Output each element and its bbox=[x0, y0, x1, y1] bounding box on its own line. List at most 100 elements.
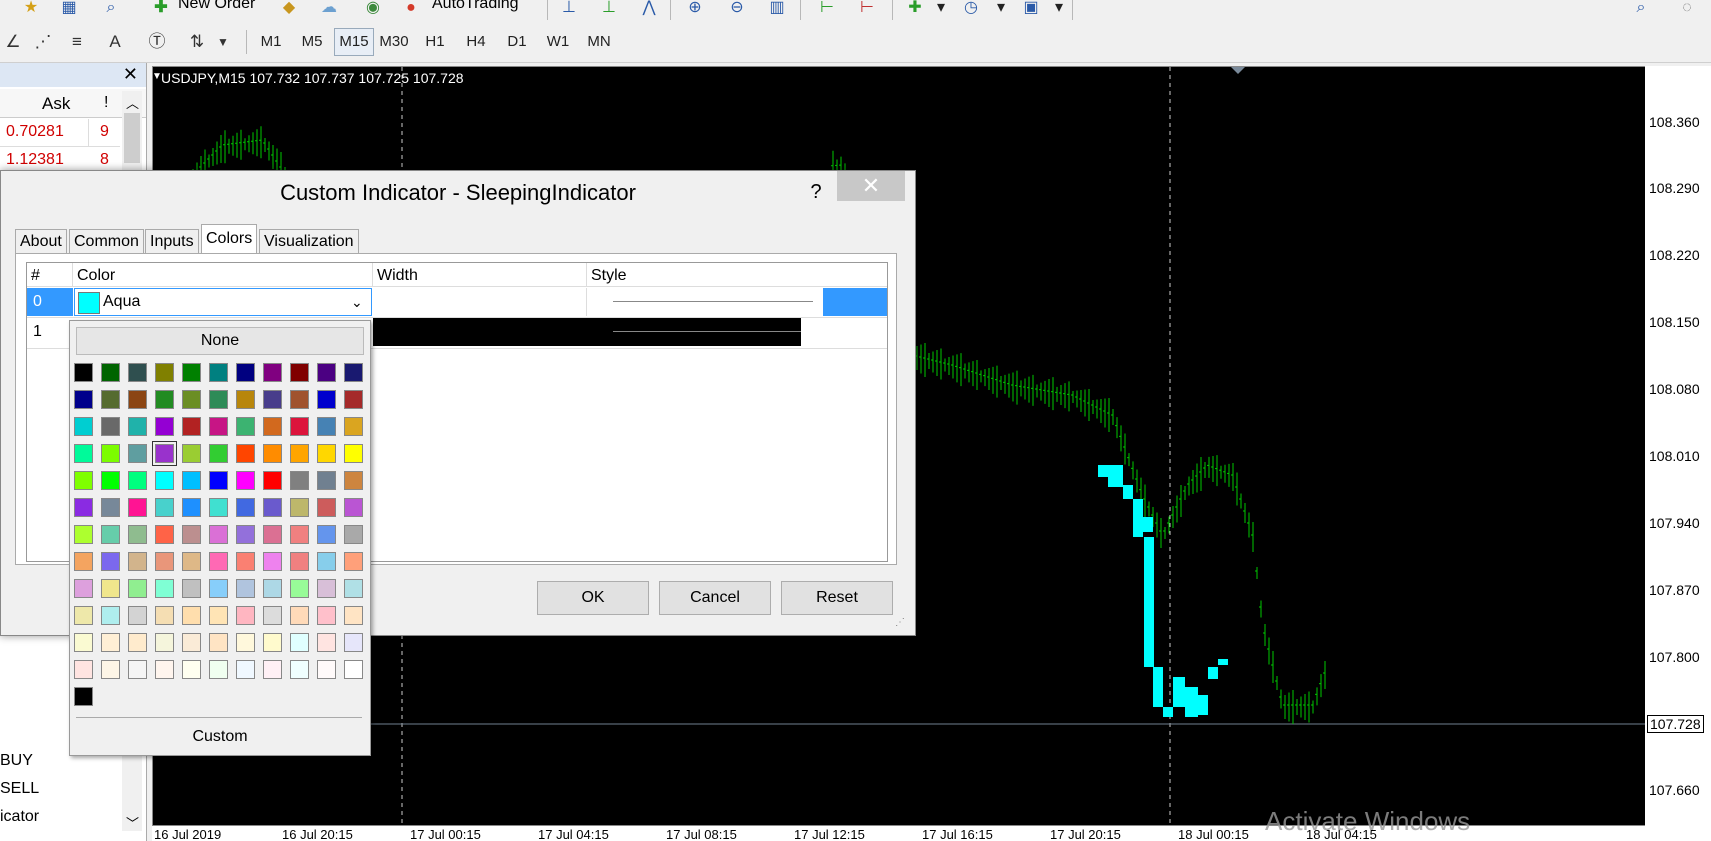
timeframe-w1[interactable]: W1 bbox=[539, 28, 577, 56]
tab-about[interactable]: About bbox=[15, 229, 67, 254]
palette-swatch[interactable] bbox=[155, 606, 174, 625]
auto-trading-button[interactable]: AutoTrading bbox=[432, 0, 519, 13]
palette-swatch[interactable] bbox=[101, 606, 120, 625]
new-order-button[interactable]: New Order bbox=[178, 0, 255, 13]
palette-swatch[interactable] bbox=[263, 633, 282, 652]
palette-swatch[interactable] bbox=[317, 579, 336, 598]
palette-swatch[interactable] bbox=[317, 660, 336, 679]
palette-swatch[interactable] bbox=[290, 417, 309, 436]
timeframe-h1[interactable]: H1 bbox=[416, 28, 454, 56]
chevron-down-icon[interactable]: ▼ bbox=[210, 28, 236, 56]
fibonacci-tool-icon[interactable]: ∠ bbox=[0, 28, 26, 56]
palette-swatch[interactable] bbox=[344, 525, 363, 544]
search-icon[interactable]: ⌕ bbox=[1630, 0, 1652, 18]
scroll-thumb[interactable] bbox=[124, 113, 140, 163]
palette-swatch[interactable] bbox=[74, 606, 93, 625]
candle-chart-icon[interactable]: ⊥ bbox=[598, 0, 620, 18]
auto-trading-icon[interactable]: ● bbox=[400, 0, 422, 18]
width-select[interactable] bbox=[373, 288, 587, 316]
palette-swatch[interactable] bbox=[209, 390, 228, 409]
cloud-icon[interactable]: ☁ bbox=[318, 0, 340, 18]
palette-swatch[interactable] bbox=[317, 363, 336, 382]
palette-swatch[interactable] bbox=[74, 390, 93, 409]
palette-swatch[interactable] bbox=[236, 363, 255, 382]
palette-swatch[interactable] bbox=[74, 525, 93, 544]
palette-swatch[interactable] bbox=[182, 579, 201, 598]
spread-column-header[interactable]: ! bbox=[104, 94, 108, 112]
palette-swatch[interactable] bbox=[74, 579, 93, 598]
buy-item[interactable]: BUY bbox=[0, 752, 33, 770]
palette-swatch[interactable] bbox=[290, 471, 309, 490]
palette-swatch[interactable] bbox=[290, 525, 309, 544]
chat-icon[interactable]: ◌ bbox=[1676, 0, 1698, 18]
table-row[interactable]: 0.70281 9 bbox=[0, 119, 120, 147]
palette-swatch[interactable] bbox=[290, 498, 309, 517]
line-chart-icon[interactable]: ⋀ bbox=[638, 0, 660, 18]
reset-button[interactable]: Reset bbox=[781, 581, 893, 615]
palette-swatch[interactable] bbox=[236, 579, 255, 598]
palette-swatch[interactable] bbox=[209, 471, 228, 490]
palette-swatch[interactable] bbox=[317, 525, 336, 544]
palette-swatch[interactable] bbox=[182, 633, 201, 652]
fibonacci-expansion-icon[interactable]: ⋰ bbox=[30, 28, 56, 56]
palette-swatch[interactable] bbox=[74, 633, 93, 652]
palette-swatch[interactable] bbox=[344, 660, 363, 679]
fibonacci-fan-icon[interactable]: ≡ bbox=[64, 28, 90, 56]
none-color-button[interactable]: None bbox=[76, 327, 364, 355]
palette-swatch[interactable] bbox=[182, 606, 201, 625]
palette-swatch[interactable] bbox=[101, 552, 120, 571]
palette-swatch[interactable] bbox=[101, 471, 120, 490]
help-button[interactable]: ? bbox=[801, 177, 831, 207]
chart-shift-icon[interactable]: ⊢ bbox=[816, 0, 838, 18]
palette-swatch[interactable] bbox=[209, 579, 228, 598]
palette-swatch[interactable] bbox=[263, 498, 282, 517]
palette-swatch[interactable] bbox=[317, 633, 336, 652]
templates-icon[interactable]: ▣ bbox=[1020, 0, 1042, 18]
palette-swatch[interactable] bbox=[101, 363, 120, 382]
palette-swatch[interactable] bbox=[263, 471, 282, 490]
palette-swatch[interactable] bbox=[317, 417, 336, 436]
palette-swatch[interactable] bbox=[182, 552, 201, 571]
palette-swatch[interactable] bbox=[317, 390, 336, 409]
palette-swatch[interactable] bbox=[263, 660, 282, 679]
cancel-button[interactable]: Cancel bbox=[659, 581, 771, 615]
palette-swatch[interactable] bbox=[128, 363, 147, 382]
palette-swatch[interactable] bbox=[209, 552, 228, 571]
palette-swatch[interactable] bbox=[317, 444, 336, 463]
palette-swatch[interactable] bbox=[209, 363, 228, 382]
palette-swatch[interactable] bbox=[74, 471, 93, 490]
timeframe-mn[interactable]: MN bbox=[580, 28, 618, 56]
tab-inputs[interactable]: Inputs bbox=[145, 229, 199, 254]
text-label-icon[interactable]: Ⓣ bbox=[144, 28, 170, 56]
zoom-out-icon[interactable]: ⊖ bbox=[726, 0, 748, 18]
gold-stack-icon[interactable]: ◆ bbox=[278, 0, 300, 18]
sell-item[interactable]: SELL bbox=[0, 780, 39, 798]
width-cell[interactable] bbox=[373, 318, 587, 346]
palette-swatch[interactable] bbox=[344, 444, 363, 463]
indicator-item[interactable]: icator bbox=[0, 808, 39, 826]
palette-swatch[interactable] bbox=[263, 390, 282, 409]
palette-swatch[interactable] bbox=[344, 552, 363, 571]
palette-swatch[interactable] bbox=[101, 525, 120, 544]
palette-swatch[interactable] bbox=[155, 633, 174, 652]
palette-swatch[interactable] bbox=[155, 498, 174, 517]
palette-swatch[interactable] bbox=[263, 363, 282, 382]
palette-swatch[interactable] bbox=[182, 525, 201, 544]
palette-swatch[interactable] bbox=[74, 552, 93, 571]
new-order-icon[interactable]: ✚ bbox=[150, 0, 172, 18]
tab-common[interactable]: Common bbox=[69, 229, 144, 254]
palette-swatch[interactable] bbox=[152, 441, 177, 466]
palette-swatch[interactable] bbox=[236, 552, 255, 571]
palette-swatch[interactable] bbox=[128, 525, 147, 544]
palette-swatch[interactable] bbox=[128, 444, 147, 463]
palette-swatch[interactable] bbox=[263, 606, 282, 625]
palette-swatch[interactable] bbox=[155, 390, 174, 409]
palette-swatch[interactable] bbox=[101, 660, 120, 679]
palette-swatch[interactable] bbox=[317, 471, 336, 490]
navigator-icon[interactable]: ▦ bbox=[58, 0, 80, 18]
palette-swatch[interactable] bbox=[263, 552, 282, 571]
palette-swatch[interactable] bbox=[344, 471, 363, 490]
palette-swatch[interactable] bbox=[209, 525, 228, 544]
palette-swatch[interactable] bbox=[128, 498, 147, 517]
palette-swatch[interactable] bbox=[236, 525, 255, 544]
